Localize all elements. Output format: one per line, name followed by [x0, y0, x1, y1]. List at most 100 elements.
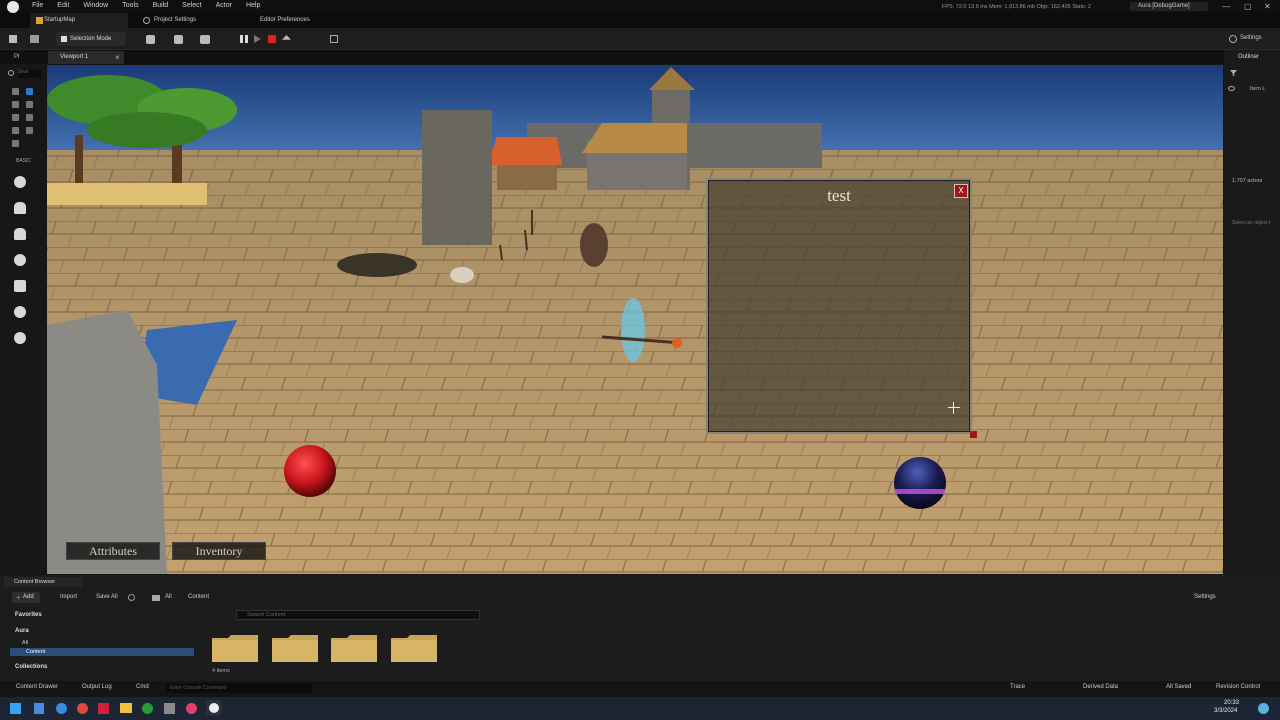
menu-select[interactable]: Select: [182, 2, 201, 9]
tab-editor-preferences[interactable]: Editor Preferences: [246, 13, 356, 28]
folder-tile[interactable]: [331, 634, 377, 662]
project-section[interactable]: Aura: [15, 628, 29, 634]
all-classes-icon[interactable]: [26, 127, 33, 134]
player-start-icon[interactable]: [14, 280, 26, 292]
content-browser-tab[interactable]: Content Browser: [4, 577, 82, 587]
derived-data-button[interactable]: Derived Data: [1083, 684, 1118, 690]
menu-edit[interactable]: Edit: [57, 2, 69, 9]
volumes-icon[interactable]: [12, 127, 19, 134]
sphere-icon[interactable]: [14, 332, 26, 344]
add-actor-icon[interactable]: [146, 35, 155, 44]
import-button[interactable]: Import: [60, 594, 77, 600]
folder-tile[interactable]: [212, 634, 258, 662]
tree-item-all[interactable]: All: [22, 640, 28, 646]
favorites-section[interactable]: Favorites: [15, 612, 42, 618]
outliner-panel: [1224, 50, 1280, 574]
place-actors-tab[interactable]: Pl: [14, 54, 19, 60]
menu-window[interactable]: Window: [83, 2, 108, 9]
tab-project-settings[interactable]: Project Settings: [140, 13, 240, 28]
taskview-icon[interactable]: [34, 703, 44, 714]
content-browser-tab-label: Content Browser: [14, 579, 55, 585]
pause-icon[interactable]: [240, 35, 248, 43]
basic-icon[interactable]: [12, 101, 19, 108]
outliner-item-label[interactable]: Item L: [1250, 86, 1265, 92]
app-icon[interactable]: [98, 703, 109, 714]
save-all-button[interactable]: Save All: [96, 594, 118, 600]
cinematics-icon[interactable]: [200, 35, 210, 44]
minimize-icon[interactable]: —: [1222, 2, 1230, 11]
folder-open-icon[interactable]: [30, 35, 39, 43]
maximize-icon[interactable]: ▢: [1244, 2, 1252, 11]
inventory-button[interactable]: Inventory: [172, 542, 266, 560]
widget-close-button[interactable]: X: [954, 184, 968, 198]
files-icon[interactable]: [120, 703, 132, 713]
test-widget-window[interactable]: test X: [706, 178, 972, 434]
history-back-icon[interactable]: [128, 594, 135, 601]
folder-tile[interactable]: [391, 634, 437, 662]
tab-viewport[interactable]: Viewport 1: [48, 51, 124, 64]
app-icon[interactable]: [186, 703, 197, 714]
breadcrumb-all[interactable]: All: [165, 594, 172, 600]
menu-actor[interactable]: Actor: [216, 2, 232, 9]
lights-icon[interactable]: [26, 101, 33, 108]
settings-icon[interactable]: [1229, 35, 1237, 43]
cmd-dropdown[interactable]: Cmd: [136, 684, 149, 690]
cursor-icon: [61, 36, 67, 42]
menu-tools[interactable]: Tools: [122, 2, 138, 9]
shapes-icon[interactable]: [12, 114, 19, 121]
menu-build[interactable]: Build: [153, 2, 169, 9]
browser-icon[interactable]: [56, 703, 67, 714]
content-drawer-button[interactable]: Content Drawer: [16, 684, 58, 690]
xbox-icon[interactable]: [142, 703, 153, 714]
app-icon[interactable]: [164, 703, 175, 714]
favorites-icon[interactable]: [26, 88, 33, 95]
character-icon[interactable]: [14, 202, 26, 214]
search-icon: [8, 70, 14, 76]
content-browser: [0, 575, 1280, 682]
actor-search-input[interactable]: Sear: [18, 69, 42, 78]
tab-startupmap[interactable]: StartupMap: [30, 13, 128, 28]
settings-button[interactable]: Settings: [1240, 35, 1262, 41]
cube-icon[interactable]: [14, 306, 26, 318]
unreal-logo-icon[interactable]: [7, 1, 19, 13]
stop-icon[interactable]: [268, 35, 276, 43]
viewport-tab-label: Viewport 1: [60, 54, 89, 60]
skip-frame-icon[interactable]: [254, 35, 261, 43]
blueprint-icon[interactable]: [174, 35, 183, 44]
empty-actor-icon[interactable]: [14, 176, 26, 188]
save-icon[interactable]: [9, 35, 17, 43]
outliner-tab[interactable]: Outliner: [1238, 54, 1259, 60]
menu-help[interactable]: Help: [246, 2, 260, 9]
tab-label: Editor Preferences: [260, 17, 310, 23]
close-icon[interactable]: ×: [115, 53, 120, 62]
collections-section[interactable]: Collections: [15, 664, 47, 670]
geometry-icon[interactable]: [12, 140, 19, 147]
recent-icon[interactable]: [12, 88, 19, 95]
breadcrumb-content[interactable]: Content: [188, 594, 209, 600]
tree-item-content-label: Content: [26, 649, 46, 655]
all-saved-button[interactable]: All Saved: [1166, 684, 1191, 690]
resize-handle[interactable]: [970, 431, 977, 438]
level-viewport[interactable]: [47, 65, 1223, 574]
revision-control-button[interactable]: Revision Control: [1216, 684, 1260, 690]
chrome-icon[interactable]: [77, 703, 88, 714]
selection-mode-label: Selection Mode: [70, 36, 112, 42]
clock-date: 3/3/2024: [1214, 708, 1238, 714]
console-input[interactable]: Enter Console Command: [166, 683, 312, 693]
tab-label: Project Settings: [154, 17, 197, 23]
output-log-button[interactable]: Output Log: [82, 684, 112, 690]
cb-search-input[interactable]: Search Content: [236, 610, 480, 620]
windows-start-icon[interactable]: [10, 703, 21, 714]
folder-tile[interactable]: [272, 634, 318, 662]
notification-icon[interactable]: [1258, 703, 1269, 714]
cb-settings-button[interactable]: Settings: [1194, 594, 1216, 600]
tree-item-content[interactable]: Content: [10, 648, 194, 656]
trace-button[interactable]: Trace: [1010, 684, 1025, 690]
point-light-icon[interactable]: [14, 254, 26, 266]
attributes-button[interactable]: Attributes: [66, 542, 160, 560]
close-window-icon[interactable]: ✕: [1264, 2, 1271, 11]
pawn-icon[interactable]: [14, 228, 26, 240]
platforms-icon[interactable]: [330, 35, 338, 43]
menu-file[interactable]: File: [32, 2, 43, 9]
visual-effects-icon[interactable]: [26, 114, 33, 121]
